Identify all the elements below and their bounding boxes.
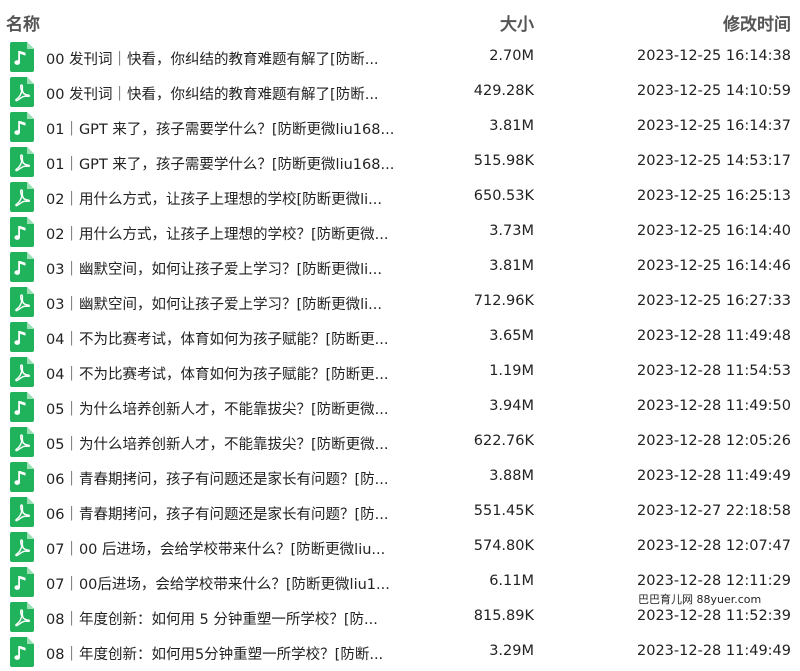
column-header-size[interactable]: 大小 bbox=[500, 10, 534, 35]
file-name: 00 发刊词｜快看，你纠结的教育难题有解了[防断... bbox=[46, 87, 379, 103]
file-row[interactable]: 03｜幽默空间，如何让孩子爱上学习？[防断更微li... 3.81M 2023-12… bbox=[0, 249, 800, 284]
file-name: 00 发刊词｜快看，你纠结的教育难题有解了[防断... bbox=[46, 52, 379, 68]
file-row[interactable]: 02｜用什么方式，让孩子上理想的学校[防断更微li... 650.53K 2023-… bbox=[0, 179, 800, 214]
file-row[interactable]: 05｜为什么培养创新人才，不能靠拔尖？[防断更微... 622.76K 2023-1… bbox=[0, 424, 800, 459]
file-modified-time: 2023-12-28 11:49:48 bbox=[637, 328, 791, 344]
file-name: 08｜年度创新：如何用 5 分钟重塑一所学校？[防... bbox=[46, 612, 378, 628]
file-size: 650.53K bbox=[473, 188, 534, 204]
file-row[interactable]: 03｜幽默空间，如何让孩子爱上学习？[防断更微li... 712.96K 2023-… bbox=[0, 284, 800, 319]
file-row[interactable]: 00 发刊词｜快看，你纠结的教育难题有解了[防断... 2.70M 2023-12-… bbox=[0, 39, 800, 74]
column-header-modified-time[interactable]: 修改时间 bbox=[723, 10, 791, 35]
file-list-header: 名称 大小 修改时间 bbox=[0, 0, 800, 38]
file-size: 574.80K bbox=[473, 538, 534, 554]
pdf-icon bbox=[10, 602, 34, 632]
file-size: 3.88M bbox=[489, 468, 534, 484]
file-name: 01｜GPT 来了，孩子需要学什么？[防断更微liu168... bbox=[46, 157, 395, 173]
file-size: 1.19M bbox=[489, 363, 534, 379]
file-size: 3.73M bbox=[489, 223, 534, 239]
file-size: 712.96K bbox=[473, 293, 534, 309]
pdf-icon bbox=[10, 357, 34, 387]
music-note-icon bbox=[10, 252, 34, 282]
file-modified-time: 2023-12-25 14:53:17 bbox=[637, 153, 791, 169]
file-row[interactable]: 07｜00 后进场，会给学校带来什么？[防断更微liu... 574.80K 202… bbox=[0, 529, 800, 564]
file-name: 04｜不为比赛考试，体育如何为孩子赋能？[防断更... bbox=[46, 367, 389, 383]
file-name: 07｜00后进场，会给学校带来什么？[防断更微liu1... bbox=[46, 577, 390, 593]
file-name: 03｜幽默空间，如何让孩子爱上学习？[防断更微li... bbox=[46, 262, 382, 278]
file-size: 3.94M bbox=[489, 398, 534, 414]
file-row[interactable]: 04｜不为比赛考试，体育如何为孩子赋能？[防断更... 1.19M 2023-12-… bbox=[0, 354, 800, 389]
file-row[interactable]: 01｜GPT 来了，孩子需要学什么？[防断更微liu168... 515.98K 2… bbox=[0, 144, 800, 179]
file-modified-time: 2023-12-25 16:27:33 bbox=[637, 293, 791, 309]
file-size: 3.81M bbox=[489, 118, 534, 134]
file-modified-time: 2023-12-27 22:18:58 bbox=[637, 503, 791, 519]
file-modified-time: 2023-12-28 11:54:53 bbox=[637, 363, 791, 379]
file-modified-time: 2023-12-28 11:52:39 bbox=[637, 608, 791, 624]
file-name: 02｜用什么方式，让孩子上理想的学校？[防断更微... bbox=[46, 227, 389, 243]
file-modified-time: 2023-12-28 11:49:50 bbox=[637, 398, 791, 414]
file-name: 08｜年度创新：如何用5分钟重塑一所学校？[防断... bbox=[46, 647, 384, 663]
file-modified-time: 2023-12-25 16:14:46 bbox=[637, 258, 791, 274]
watermark-text: 巴巴育儿网 88yuer.com bbox=[638, 593, 762, 606]
music-note-icon bbox=[10, 462, 34, 492]
music-note-icon bbox=[10, 112, 34, 142]
music-note-icon bbox=[10, 42, 34, 72]
file-size: 622.76K bbox=[473, 433, 534, 449]
music-note-icon bbox=[10, 322, 34, 352]
music-note-icon bbox=[10, 567, 34, 597]
file-modified-time: 2023-12-28 11:49:49 bbox=[637, 468, 791, 484]
file-size: 2.70M bbox=[489, 48, 534, 64]
file-size: 815.89K bbox=[473, 608, 534, 624]
file-size: 6.11M bbox=[489, 573, 534, 589]
file-name: 01｜GPT 来了，孩子需要学什么？[防断更微liu168... bbox=[46, 122, 395, 138]
file-row[interactable]: 02｜用什么方式，让孩子上理想的学校？[防断更微... 3.73M 2023-12-… bbox=[0, 214, 800, 249]
pdf-icon bbox=[10, 147, 34, 177]
file-modified-time: 2023-12-28 11:49:49 bbox=[637, 643, 791, 659]
file-size: 3.29M bbox=[489, 643, 534, 659]
file-modified-time: 2023-12-25 16:14:38 bbox=[637, 48, 791, 64]
file-row[interactable]: 06｜青春期拷问，孩子有问题还是家长有问题？[防... 551.45K 2023-1… bbox=[0, 494, 800, 529]
file-modified-time: 2023-12-28 12:07:47 bbox=[637, 538, 791, 554]
file-modified-time: 2023-12-25 16:25:13 bbox=[637, 188, 791, 204]
pdf-icon bbox=[10, 287, 34, 317]
file-row[interactable]: 08｜年度创新：如何用5分钟重塑一所学校？[防断... 3.29M 2023-12-… bbox=[0, 634, 800, 669]
file-size: 551.45K bbox=[473, 503, 534, 519]
file-name: 02｜用什么方式，让孩子上理想的学校[防断更微li... bbox=[46, 192, 382, 208]
file-name: 07｜00 后进场，会给学校带来什么？[防断更微liu... bbox=[46, 542, 386, 558]
file-size: 3.65M bbox=[489, 328, 534, 344]
music-note-icon bbox=[10, 637, 34, 667]
file-modified-time: 2023-12-25 16:14:37 bbox=[637, 118, 791, 134]
pdf-icon bbox=[10, 77, 34, 107]
file-row[interactable]: 05｜为什么培养创新人才，不能靠拔尖？[防断更微... 3.94M 2023-12-… bbox=[0, 389, 800, 424]
file-size: 515.98K bbox=[473, 153, 534, 169]
file-row[interactable]: 04｜不为比赛考试，体育如何为孩子赋能？[防断更... 3.65M 2023-12-… bbox=[0, 319, 800, 354]
file-modified-time: 2023-12-28 12:11:29 bbox=[637, 573, 791, 589]
pdf-icon bbox=[10, 532, 34, 562]
pdf-icon bbox=[10, 497, 34, 527]
file-size: 429.28K bbox=[473, 83, 534, 99]
file-name: 06｜青春期拷问，孩子有问题还是家长有问题？[防... bbox=[46, 507, 389, 523]
file-row[interactable]: 01｜GPT 来了，孩子需要学什么？[防断更微liu168... 3.81M 202… bbox=[0, 109, 800, 144]
file-name: 05｜为什么培养创新人才，不能靠拔尖？[防断更微... bbox=[46, 437, 389, 453]
music-note-icon bbox=[10, 392, 34, 422]
file-name: 06｜青春期拷问，孩子有问题还是家长有问题？[防... bbox=[46, 472, 389, 488]
pdf-icon bbox=[10, 427, 34, 457]
music-note-icon bbox=[10, 217, 34, 247]
file-modified-time: 2023-12-28 12:05:26 bbox=[637, 433, 791, 449]
file-modified-time: 2023-12-25 14:10:59 bbox=[637, 83, 791, 99]
file-name: 03｜幽默空间，如何让孩子爱上学习？[防断更微li... bbox=[46, 297, 382, 313]
file-modified-time: 2023-12-25 16:14:40 bbox=[637, 223, 791, 239]
file-row[interactable]: 06｜青春期拷问，孩子有问题还是家长有问题？[防... 3.88M 2023-12-… bbox=[0, 459, 800, 494]
column-header-name[interactable]: 名称 bbox=[6, 10, 40, 35]
file-row[interactable]: 00 发刊词｜快看，你纠结的教育难题有解了[防断... 429.28K 2023-1… bbox=[0, 74, 800, 109]
file-size: 3.81M bbox=[489, 258, 534, 274]
file-name: 04｜不为比赛考试，体育如何为孩子赋能？[防断更... bbox=[46, 332, 389, 348]
pdf-icon bbox=[10, 182, 34, 212]
file-name: 05｜为什么培养创新人才，不能靠拔尖？[防断更微... bbox=[46, 402, 389, 418]
